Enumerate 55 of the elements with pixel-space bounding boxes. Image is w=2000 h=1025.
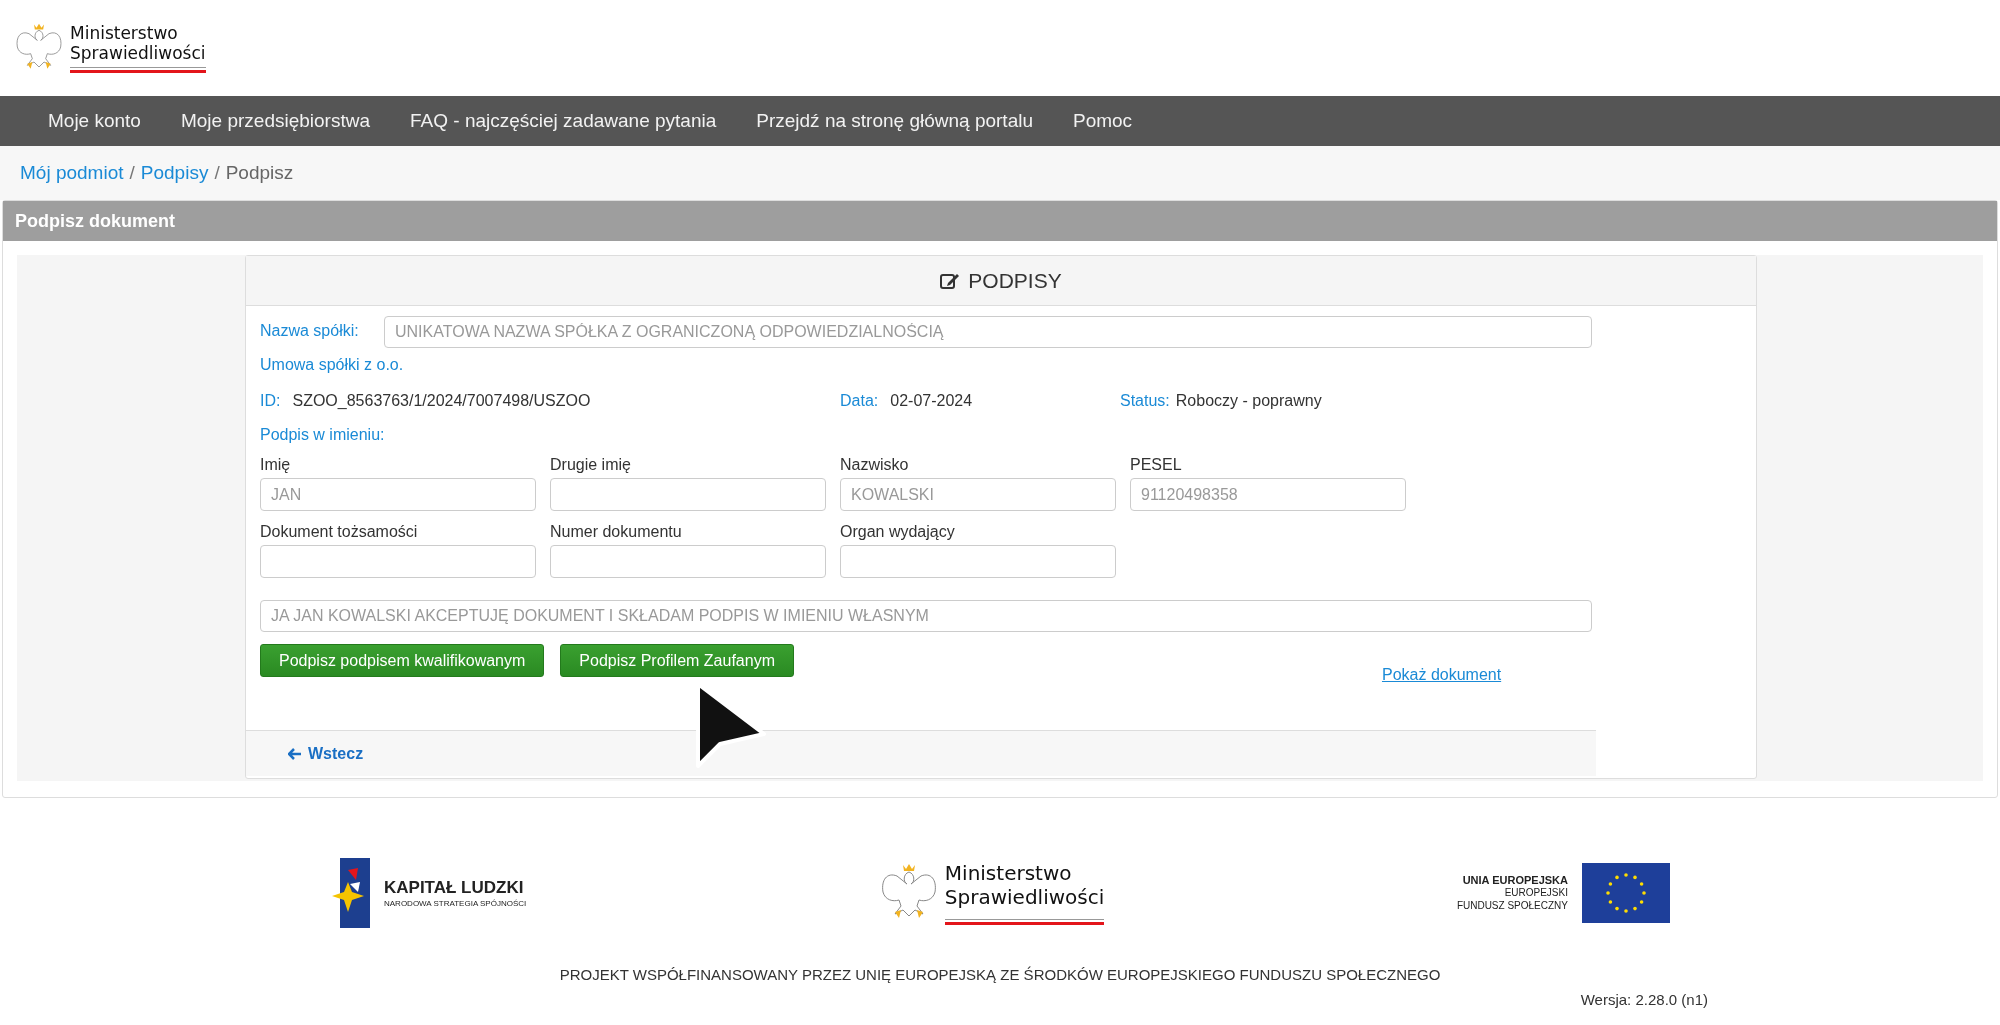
meta-value: 02-07-2024	[890, 392, 973, 410]
meta-value: Roboczy - poprawny	[1175, 392, 1322, 410]
card-title: PODPISY	[968, 268, 1062, 293]
breadcrumb-separator: /	[129, 162, 135, 184]
field-label: Nazwa spółki:	[260, 321, 360, 340]
meta-label: Data:	[840, 392, 879, 410]
field-label: Organ wydający	[840, 522, 956, 542]
field-label: Drugie imię	[550, 455, 632, 475]
breadcrumb-link[interactable]: Podpisy	[140, 162, 209, 184]
meta-label: ID:	[260, 392, 281, 410]
nav-link[interactable]: Pomoc	[1053, 110, 1153, 132]
logo-text: Sprawiedliwości	[70, 43, 206, 64]
contract-type: Umowa spółki z o.o.	[260, 356, 404, 374]
current-page-label: Podpisz	[225, 162, 294, 184]
sign-button[interactable]: Podpisz podpisem kwalifikowanym	[260, 644, 545, 677]
nav-link[interactable]: FAQ - najczęściej zadawane pytania	[390, 110, 737, 132]
field-label: Dokument tożsamości	[260, 522, 419, 542]
nav-link[interactable]: Moje konto	[28, 110, 161, 132]
logo-text: Sprawiedliwości	[944, 885, 1105, 909]
sign-button[interactable]: Podpisz Profilem Zaufanym	[560, 644, 794, 677]
logo-subtitle: FUNDUSZ SPOŁECZNY	[1456, 899, 1568, 913]
nav-link[interactable]: Przejdź na stronę główną portalu	[736, 110, 1053, 132]
logo-title: UNIA EUROPEJSKA	[1462, 873, 1568, 888]
logo-title: KAPITAŁ LUDZKI	[384, 877, 524, 899]
text-field[interactable]	[840, 545, 1116, 578]
breadcrumb-separator: /	[214, 162, 220, 184]
field-label: Imię	[260, 455, 292, 475]
meta-label: Status:	[1120, 392, 1170, 410]
logo-subtitle: EUROPEJSKI	[1504, 887, 1568, 900]
field-label: PESEL	[1130, 455, 1183, 475]
footer-text: PROJEKT WSPÓŁFINANSOWANY PRZEZ UNIĘ EUROPEJSKĄ ZE ŚRODKÓW EUROPEJSKIEGO FUNDUSZU SPOŁECZNEGO	[559, 966, 1441, 983]
field-label: Nazwisko	[840, 455, 910, 475]
text-field[interactable]	[550, 478, 826, 511]
eu-flag-icon	[1582, 863, 1670, 923]
breadcrumb-link[interactable]: Mój podmiot	[20, 162, 124, 184]
back-link[interactable]: Wstecz	[288, 744, 364, 763]
edit-icon	[940, 271, 961, 290]
logo-text: Ministerstwo	[944, 861, 1073, 885]
text-field[interactable]: JAN	[260, 478, 536, 511]
panel-header: Podpisz dokument	[3, 201, 1997, 241]
version-text: Wersja: 2.28.0 (n1)	[1580, 991, 1708, 1008]
logo-text: Ministerstwo	[70, 22, 179, 43]
declaration-field[interactable]: JA JAN KOWALSKI AKCEPTUJĘ DOKUMENT I SKŁADAM PODPIS W IMIENIU WŁASNYM	[260, 600, 1592, 632]
left-arrow-icon	[288, 747, 302, 760]
meta-value: SZOO_8563763/1/2024/7007498/USZOO	[292, 392, 591, 410]
nav-link[interactable]: Moje przedsiębiorstwa	[160, 110, 390, 132]
text-field[interactable]: KOWALSKI	[840, 478, 1116, 511]
logo-subtitle: NARODOWA STRATEGIA SPÓJNOŚCI	[384, 898, 527, 909]
text-field[interactable]	[550, 545, 826, 578]
text-field[interactable]	[260, 545, 536, 578]
text-field[interactable]: 91120498358	[1130, 478, 1406, 511]
section-label: Podpis w imieniu:	[260, 426, 385, 444]
company-name-field[interactable]: UNIKATOWA NAZWA SPÓŁKA Z OGRANICZONĄ ODPOWIEDZIALNOŚCIĄ	[384, 316, 1592, 348]
field-label: Numer dokumentu	[550, 522, 683, 542]
show-document-link[interactable]: Pokaż dokument	[1381, 666, 1502, 684]
